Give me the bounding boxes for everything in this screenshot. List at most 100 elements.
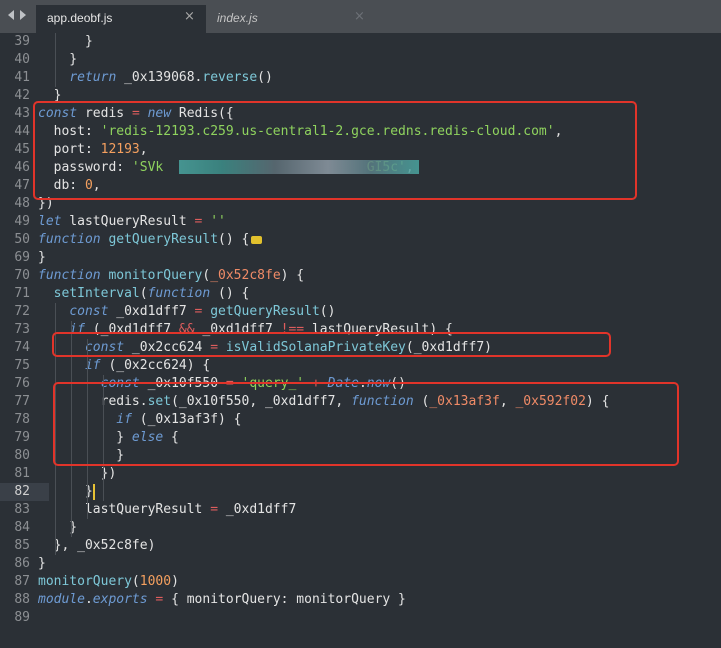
code-line[interactable]: 70 function monitorQuery(_0x52c8fe) { [0, 267, 721, 285]
code-token: } [38, 250, 46, 265]
line-number: 86 [14, 556, 30, 571]
code-text: function getQueryResult() { [38, 231, 263, 249]
line-number: 43 [14, 106, 30, 121]
code-line[interactable]: 72 const _0xd1dff7 = getQueryResult() [0, 303, 721, 321]
line-number: 48 [14, 196, 30, 211]
code-token: } [38, 484, 93, 499]
code-line[interactable]: 84 } [0, 519, 721, 537]
code-token: function [38, 232, 101, 247]
code-token: ) [171, 574, 179, 589]
code-token: return [69, 70, 117, 85]
code-token: function [38, 268, 101, 283]
code-text: let lastQueryResult = '' [38, 213, 226, 231]
line-number: 44 [14, 124, 30, 139]
code-line[interactable]: 85 }, _0x52c8fe) [0, 537, 721, 555]
scroll-tabs-right-icon[interactable] [18, 8, 28, 22]
line-number: 75 [14, 358, 30, 373]
code-token: _0xd1dff7 [218, 502, 297, 517]
line-number: 74 [14, 340, 30, 355]
code-token: { monitorQuery: monitorQuery } [163, 592, 406, 607]
close-tab-icon[interactable]: × [354, 9, 365, 24]
highlight-box-redis-set [53, 382, 679, 466]
code-line[interactable]: 83 lastQueryResult = _0xd1dff7 [0, 501, 721, 519]
code-token: function [147, 286, 211, 301]
code-token: monitorQuery [108, 268, 203, 283]
code-line[interactable]: 87 monitorQuery(1000) [0, 573, 721, 591]
code-line[interactable]: 71 setInterval(function () { [0, 285, 721, 303]
folded-code-icon[interactable] [251, 235, 263, 244]
code-line[interactable]: 75 if (_0x2cc624) { [0, 357, 721, 375]
code-line[interactable]: 86} [0, 555, 721, 573]
code-text: } [38, 51, 77, 69]
code-token: () { [210, 286, 250, 301]
code-line[interactable]: 40 } [0, 51, 721, 69]
code-token: reverse [202, 70, 258, 85]
line-number: 84 [14, 520, 30, 535]
code-editor[interactable]: 39 } 40 } 41 return _0x139068.reverse() 42 … [0, 33, 721, 648]
code-token: 1000 [139, 574, 172, 589]
line-number: 71 [14, 286, 30, 301]
line-number: 42 [14, 88, 30, 103]
line-number: 83 [14, 502, 30, 517]
code-token: () [319, 304, 336, 319]
scroll-tabs-left-icon[interactable] [6, 8, 16, 22]
code-token: () { [218, 232, 250, 247]
code-line[interactable]: 39 } [0, 33, 721, 51]
code-token: lastQueryResult [61, 214, 195, 229]
tab-index-js[interactable]: index.js × [206, 5, 372, 33]
line-number: 40 [14, 52, 30, 67]
code-token: getQueryResult [108, 232, 219, 247]
line-number: 45 [14, 142, 30, 157]
tab-bar: app.deobf.js × index.js × [0, 0, 721, 33]
code-text: if (_0x2cc624) { [38, 357, 210, 375]
close-tab-icon[interactable]: × [184, 9, 195, 24]
code-token: ( [139, 286, 148, 301]
code-line[interactable]: 41 return _0x139068.reverse() [0, 69, 721, 87]
code-token: monitorQuery [38, 574, 132, 589]
code-token: setInterval [53, 286, 140, 301]
code-line[interactable]: 81 }) [0, 465, 721, 483]
code-text: return _0x139068.reverse() [38, 69, 273, 87]
code-line[interactable]: 88 module.exports = { monitorQuery: monit… [0, 591, 721, 609]
code-line[interactable]: 89 [0, 609, 721, 627]
line-number: 41 [14, 70, 30, 85]
line-number: 87 [14, 574, 30, 589]
code-text: const _0xd1dff7 = getQueryResult() [38, 303, 335, 321]
code-token: }) [38, 466, 117, 481]
code-text: } [38, 33, 93, 51]
line-number: 85 [14, 538, 30, 553]
code-line[interactable]: 69} [0, 249, 721, 267]
line-number: 88 [14, 592, 30, 607]
code-line[interactable]: 49 let lastQueryResult = '' [0, 213, 721, 231]
line-number: 49 [14, 214, 30, 229]
code-token: () [257, 70, 273, 85]
line-number: 50 [14, 232, 30, 247]
highlight-box-redis-config [33, 101, 637, 200]
line-number: 77 [14, 394, 30, 409]
code-text: } [38, 555, 46, 573]
code-token: } [38, 52, 78, 67]
line-number: 79 [14, 430, 30, 445]
code-line[interactable]: 50 function getQueryResult() { [0, 231, 721, 249]
code-text: }) [38, 465, 117, 483]
code-token: . [84, 592, 93, 607]
line-number: 69 [14, 250, 30, 265]
code-token: const [69, 304, 109, 319]
code-token: } [38, 34, 93, 49]
code-line[interactable]: 82 } [0, 483, 721, 501]
line-number: 78 [14, 412, 30, 427]
code-text: } [38, 249, 46, 267]
code-token: lastQueryResult [38, 502, 211, 517]
tab-label: index.js [217, 11, 258, 25]
code-text: monitorQuery(1000) [38, 573, 179, 591]
line-number: 46 [14, 160, 30, 175]
line-number: 73 [14, 322, 30, 337]
tab-app-deobf-js[interactable]: app.deobf.js × [36, 5, 206, 33]
code-token: let [38, 214, 62, 229]
highlight-box-private-key-check [52, 332, 611, 357]
code-token: ) { [280, 268, 305, 283]
